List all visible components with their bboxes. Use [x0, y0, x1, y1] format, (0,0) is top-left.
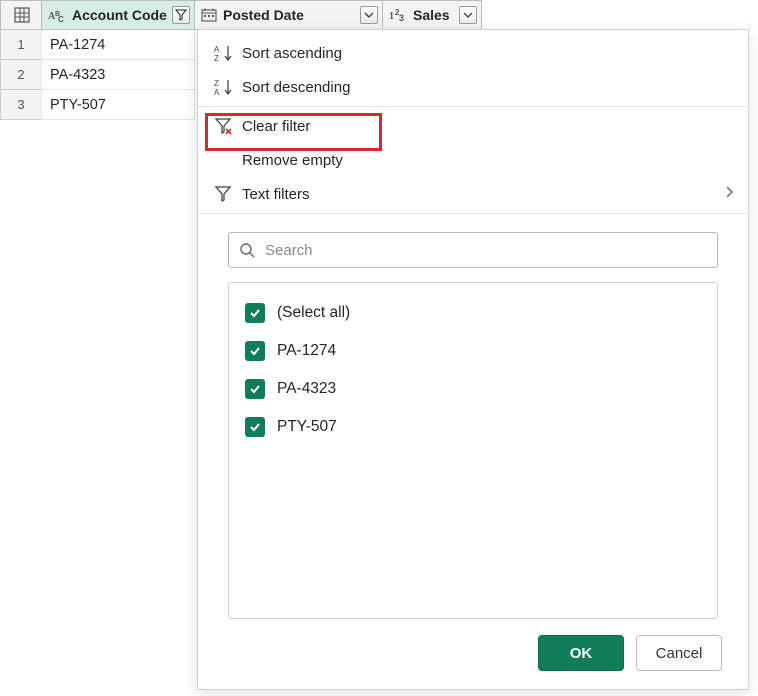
chevron-down-icon — [463, 10, 473, 20]
cell-account[interactable]: PTY-507 — [41, 90, 195, 120]
checkbox-checked-icon — [245, 341, 265, 361]
filter-icon — [212, 185, 236, 203]
option-item[interactable]: PTY-507 — [245, 411, 701, 443]
filter-dropdown-sales[interactable] — [459, 6, 477, 24]
menu-label: Sort descending — [242, 79, 734, 96]
menu-sort-ascending[interactable]: AZ Sort ascending — [198, 36, 748, 70]
row-handle-header[interactable] — [0, 0, 42, 30]
menu-label: Text filters — [242, 186, 724, 203]
option-label: (Select all) — [277, 304, 350, 322]
menu-separator — [198, 213, 748, 214]
option-label: PTY-507 — [277, 418, 337, 436]
menu-label: Remove empty — [242, 152, 734, 169]
option-item[interactable]: PA-1274 — [245, 335, 701, 367]
column-header-account[interactable]: ABC Account Code — [41, 0, 195, 30]
filter-dropdown-account[interactable] — [172, 6, 190, 24]
option-select-all[interactable]: (Select all) — [245, 297, 701, 329]
clear-filter-icon — [212, 117, 236, 135]
menu-label: Sort ascending — [242, 45, 734, 62]
date-type-icon — [201, 8, 217, 22]
search-icon — [239, 242, 255, 258]
menu-clear-filter[interactable]: Clear filter — [198, 109, 748, 143]
option-label: PA-4323 — [277, 380, 336, 398]
row-number[interactable]: 1 — [0, 30, 42, 60]
sort-asc-icon: AZ — [212, 44, 236, 62]
table-icon — [14, 7, 30, 23]
option-item[interactable]: PA-4323 — [245, 373, 701, 405]
checkbox-checked-icon — [245, 303, 265, 323]
search-box[interactable] — [228, 232, 718, 268]
menu-separator — [198, 106, 748, 107]
menu-label: Clear filter — [242, 118, 734, 135]
search-input[interactable] — [263, 241, 707, 260]
svg-text:3: 3 — [399, 13, 404, 22]
chevron-down-icon — [364, 10, 374, 20]
panel-footer: OK Cancel — [198, 619, 748, 689]
svg-text:A: A — [214, 45, 220, 54]
menu-sort-descending[interactable]: ZA Sort descending — [198, 70, 748, 104]
row-number[interactable]: 3 — [0, 90, 42, 120]
svg-text:C: C — [58, 15, 64, 22]
checkbox-checked-icon — [245, 379, 265, 399]
column-header-sales[interactable]: 123 Sales — [382, 0, 482, 30]
chevron-right-icon — [724, 185, 734, 203]
filter-dropdown-posted[interactable] — [360, 6, 378, 24]
column-label: Sales — [413, 7, 455, 23]
column-label: Account Code — [72, 7, 168, 23]
filter-active-icon — [175, 9, 187, 21]
option-label: PA-1274 — [277, 342, 336, 360]
column-label: Posted Date — [223, 7, 356, 23]
filter-body: (Select all) PA-1274 PA-4323 PTY-507 — [228, 232, 718, 619]
row-number[interactable]: 2 — [0, 60, 42, 90]
cell-account[interactable]: PA-4323 — [41, 60, 195, 90]
menu-remove-empty[interactable]: Remove empty — [198, 143, 748, 177]
svg-text:Z: Z — [214, 54, 219, 62]
filter-panel: AZ Sort ascending ZA Sort descending Cle… — [197, 29, 749, 690]
svg-text:A: A — [214, 88, 220, 96]
svg-text:Z: Z — [214, 79, 219, 88]
filter-options: (Select all) PA-1274 PA-4323 PTY-507 — [228, 282, 718, 619]
number-type-icon: 123 — [389, 8, 407, 22]
grid-header-row: ABC Account Code Posted Date 123 Sales — [0, 0, 758, 30]
sort-desc-icon: ZA — [212, 78, 236, 96]
ok-button[interactable]: OK — [538, 635, 624, 671]
cell-account[interactable]: PA-1274 — [41, 30, 195, 60]
column-header-posted[interactable]: Posted Date — [194, 0, 383, 30]
cancel-button[interactable]: Cancel — [636, 635, 722, 671]
sort-filter-menu: AZ Sort ascending ZA Sort descending Cle… — [198, 30, 748, 222]
svg-text:1: 1 — [389, 11, 394, 22]
text-type-icon: ABC — [48, 8, 66, 22]
checkbox-checked-icon — [245, 417, 265, 437]
menu-text-filters[interactable]: Text filters — [198, 177, 748, 211]
